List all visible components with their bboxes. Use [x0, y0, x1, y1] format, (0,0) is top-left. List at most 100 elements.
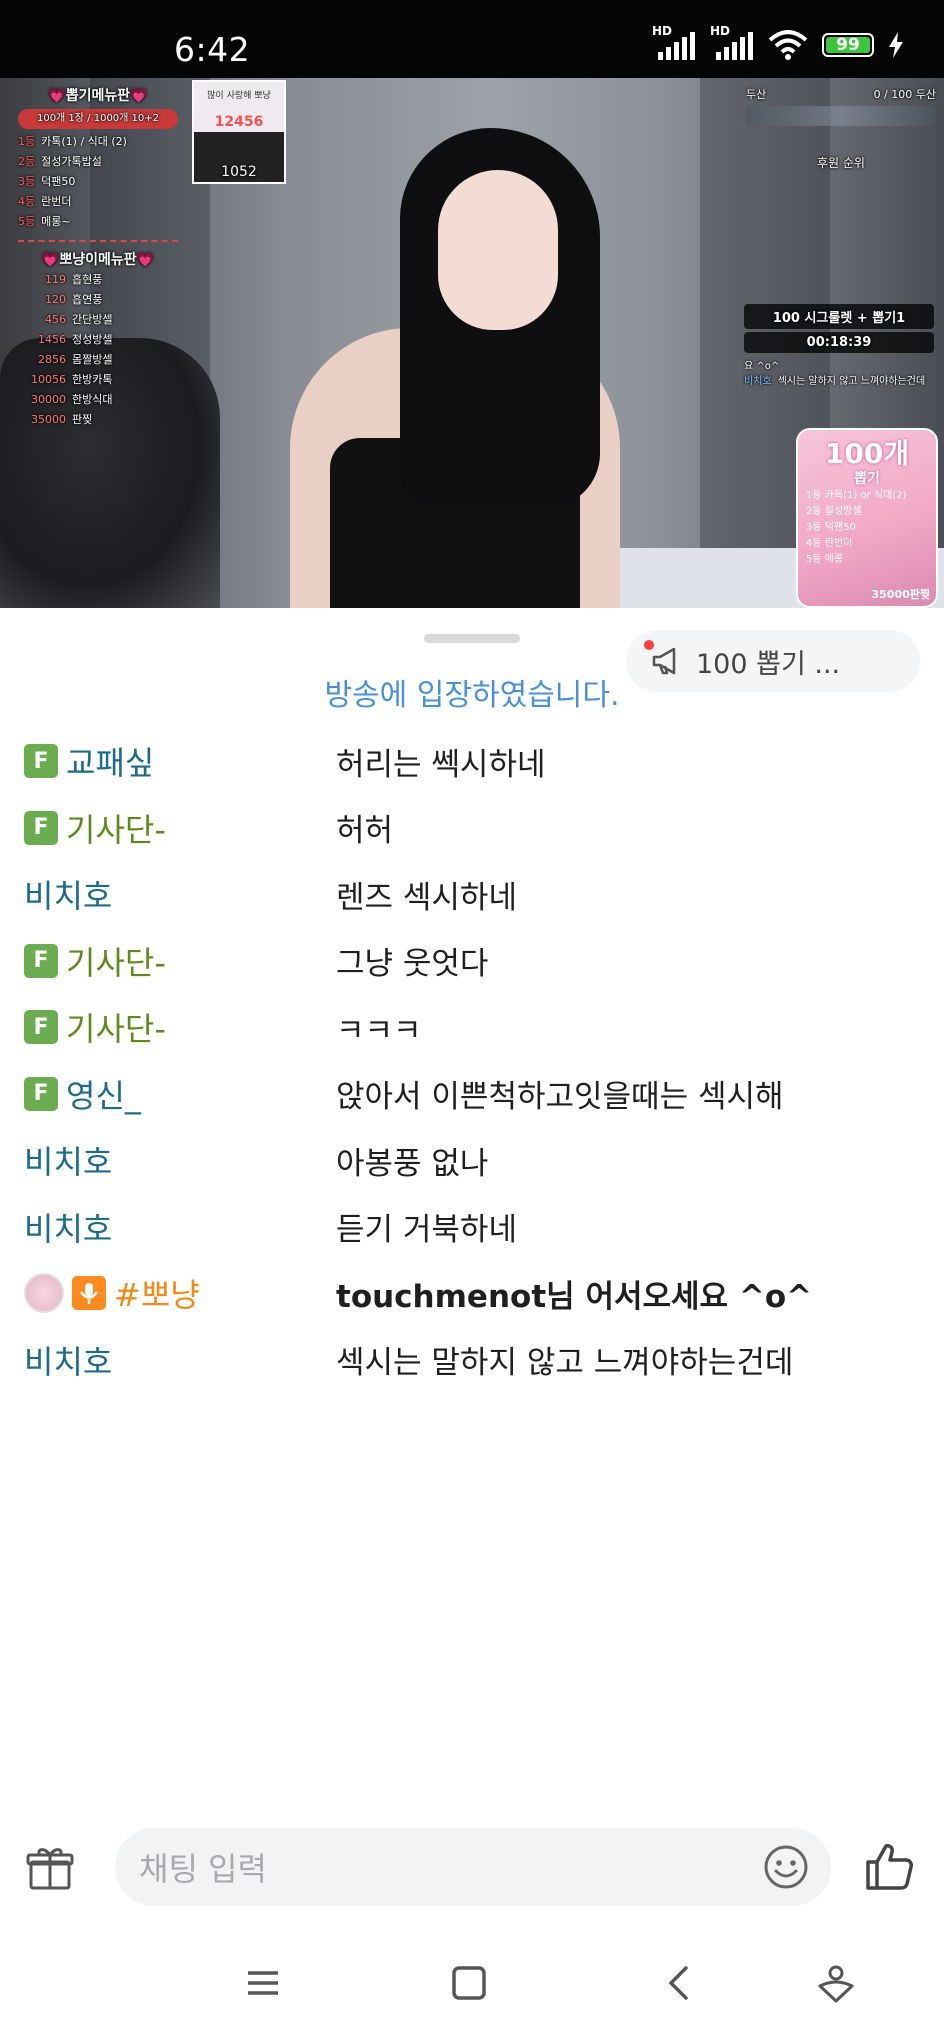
back-icon[interactable] [660, 1964, 698, 2002]
chat-nickname[interactable]: #뽀냥 [114, 1270, 200, 1316]
thumb-count: 12456 [214, 114, 264, 130]
roulette-overlay: 100 시그룰렛 + 뽑기1 00:18:39 요 ^o^ 비치호 섹시는 말하지… [744, 304, 934, 389]
chat-message[interactable]: 비치호 아봉풍 없나 [24, 1127, 924, 1194]
thumb-caption: 많이 사랑해 뽀냥 [207, 91, 271, 101]
chat-text: 앉아서 이쁜척하고잇을때는 섹시해 [336, 1079, 784, 1116]
gacha-card-overlay: 100개 뽑기 1등 카톡(1) or 식대(2) 2등 절성방셀 3등 덕팬5… [796, 428, 938, 608]
signal-icon-2: HD [710, 24, 754, 60]
emoji-icon[interactable] [763, 1844, 809, 1890]
card-line: 3등 덕팬50 [806, 522, 856, 533]
signal-icon: HD [652, 24, 696, 60]
menu1-item: 2등 절성가톡밥설 [18, 155, 102, 168]
card-line: 5등 메롱 [806, 554, 844, 565]
notification-dot [644, 640, 654, 650]
chat-text: touchmenot님 어서오세요 ^o^ [336, 1278, 813, 1315]
system-nav-bar [0, 1940, 944, 2041]
system-message: 방송에 입장하였습니다. [324, 678, 620, 713]
chat-message[interactable]: 비치호 섹시는 말하지 않고 느껴야하는건데 [24, 1327, 924, 1394]
card-subtitle: 뽑기 [854, 471, 880, 487]
chat-nick-column: 비치호 [24, 1137, 336, 1183]
chat-list[interactable]: F 교패싶 허리는 쎅시하네 F 기사단- 허허 비치호 렌즈 섹시하네 F 기사단- 그냥 웃엇다… [24, 728, 924, 1393]
menu1-item: 1등 카톡(1) / 식대 (2) [18, 135, 127, 148]
chat-nick-column: F 영신_ [24, 1071, 336, 1117]
menu2-item: 10056 한방카톡 [31, 373, 113, 386]
fan-badge: F [24, 810, 58, 845]
gift-icon[interactable] [26, 1844, 74, 1892]
battery-level: 99 [826, 35, 870, 55]
assistant-icon[interactable] [816, 1964, 856, 2004]
chat-input[interactable]: 채팅 입력 [115, 1828, 831, 1906]
avatar[interactable] [24, 1273, 64, 1314]
menu2-item: 119 흡현풍 [45, 273, 103, 286]
streamer-face [438, 170, 558, 330]
thumb-count-2: 1052 [221, 164, 257, 180]
timer: 00:18:39 [744, 332, 934, 353]
fan-badge: F [24, 943, 58, 978]
status-bar: 6:42 HD HD 99 [0, 0, 944, 78]
chat-nickname[interactable]: 비치호 [24, 1204, 112, 1250]
menu2-item: 30000 한방식대 [31, 393, 113, 406]
roulette-label: 100 시그룰렛 + 뽑기1 [744, 304, 934, 329]
chat-text: 렌즈 섹시하네 [336, 879, 517, 916]
chat-message[interactable]: 비치호 렌즈 섹시하네 [24, 861, 924, 928]
chat-nick-column: F 기사단- [24, 938, 336, 984]
video-player[interactable]: 💗뽑기메뉴판💗 100개 1장 / 1000개 10+2 1등 카톡(1) / 식… [0, 78, 944, 608]
goal-right: 0 / 100 두산 [873, 88, 936, 101]
battery-icon: 99 [822, 33, 874, 57]
chat-text: ㅋㅋㅋ [336, 1012, 422, 1049]
microphone-icon [72, 1276, 106, 1311]
chat-text: 섹시는 말하지 않고 느껴야하는건데 [336, 1345, 794, 1382]
wifi-icon [768, 30, 808, 60]
menu2-title: 💗뽀냥이메뉴판💗 [41, 252, 155, 268]
menu1-item: 4등 란번더 [18, 195, 72, 208]
chat-nickname[interactable]: 비치호 [24, 871, 112, 917]
chat-nickname[interactable]: 비치호 [24, 1137, 112, 1183]
card-line: 4등 란번더 [806, 538, 853, 549]
chat-nick-column: #뽀냥 [24, 1270, 336, 1316]
chat-message[interactable]: F 교패싶 허리는 쎅시하네 [24, 728, 924, 795]
home-icon[interactable] [450, 1964, 488, 2002]
chat-nick-column: 비치호 [24, 1337, 336, 1383]
chat-nick-column: F 기사단- [24, 1004, 336, 1050]
chat-text: 아봉풍 없나 [336, 1145, 489, 1182]
chat-nickname[interactable]: 기사단- [66, 805, 166, 851]
chat-message[interactable]: F 영신_ 앉아서 이쁜척하고잇을때는 섹시해 [24, 1061, 924, 1128]
menu1-subtitle: 100개 1장 / 1000개 10+2 [18, 109, 178, 129]
card-footer: 35000판찢 [871, 588, 930, 601]
menu-divider [18, 240, 178, 242]
goal-left: 두산 [746, 88, 767, 101]
chat-text: 허리는 쎅시하네 [336, 746, 546, 783]
drag-handle[interactable] [424, 634, 520, 643]
chat-message[interactable]: #뽀냥 touchmenot님 어서오세요 ^o^ [24, 1260, 924, 1327]
status-icons: HD HD 99 [652, 24, 904, 60]
chat-message[interactable]: F 기사단- 그냥 웃엇다 [24, 928, 924, 995]
chat-nickname[interactable]: 교패싶 [66, 738, 154, 784]
card-line: 2등 절성방셀 [806, 506, 862, 517]
chat-nickname[interactable]: 기사단- [66, 938, 166, 984]
chat-nick-column: F 교패싶 [24, 738, 336, 784]
card-title: 100개 [824, 437, 910, 470]
menu2-item: 120 흡연풍 [45, 293, 103, 306]
chat-nick-column: F 기사단- [24, 805, 336, 851]
chat-nickname[interactable]: 비치호 [24, 1337, 112, 1383]
chat-text: 허허 [336, 813, 394, 850]
chat-message[interactable]: F 기사단- ㅋㅋㅋ [24, 994, 924, 1061]
chat-nickname[interactable]: 기사단- [66, 1004, 166, 1050]
fan-badge: F [24, 1010, 58, 1045]
menu-overlay: 💗뽑기메뉴판💗 100개 1장 / 1000개 10+2 1등 카톡(1) / 식… [18, 86, 178, 430]
menu2-item: 456 간단방셀 [45, 313, 113, 326]
menu1-item: 3등 덕팬50 [18, 175, 76, 188]
chat-message[interactable]: 비치호 듣기 거북하네 [24, 1194, 924, 1261]
chat-nickname[interactable]: 영신_ [66, 1071, 141, 1117]
menu-icon[interactable] [244, 1964, 282, 2002]
thumbs-up-icon[interactable] [864, 1840, 916, 1892]
goal-bar [746, 106, 936, 126]
menu1-item: 5등 메롱~ [18, 215, 71, 228]
chat-text: 듣기 거북하네 [336, 1212, 517, 1249]
chat-input-placeholder: 채팅 입력 [139, 1850, 267, 1888]
status-time: 6:42 [174, 30, 251, 69]
chat-message[interactable]: F 기사단- 허허 [24, 795, 924, 862]
menu2-item: 2856 몸짤방셀 [38, 353, 113, 366]
thumbnail-overlay: 많이 사랑해 뽀냥 12456 1052 [192, 80, 286, 184]
fan-badge: F [24, 1076, 58, 1111]
